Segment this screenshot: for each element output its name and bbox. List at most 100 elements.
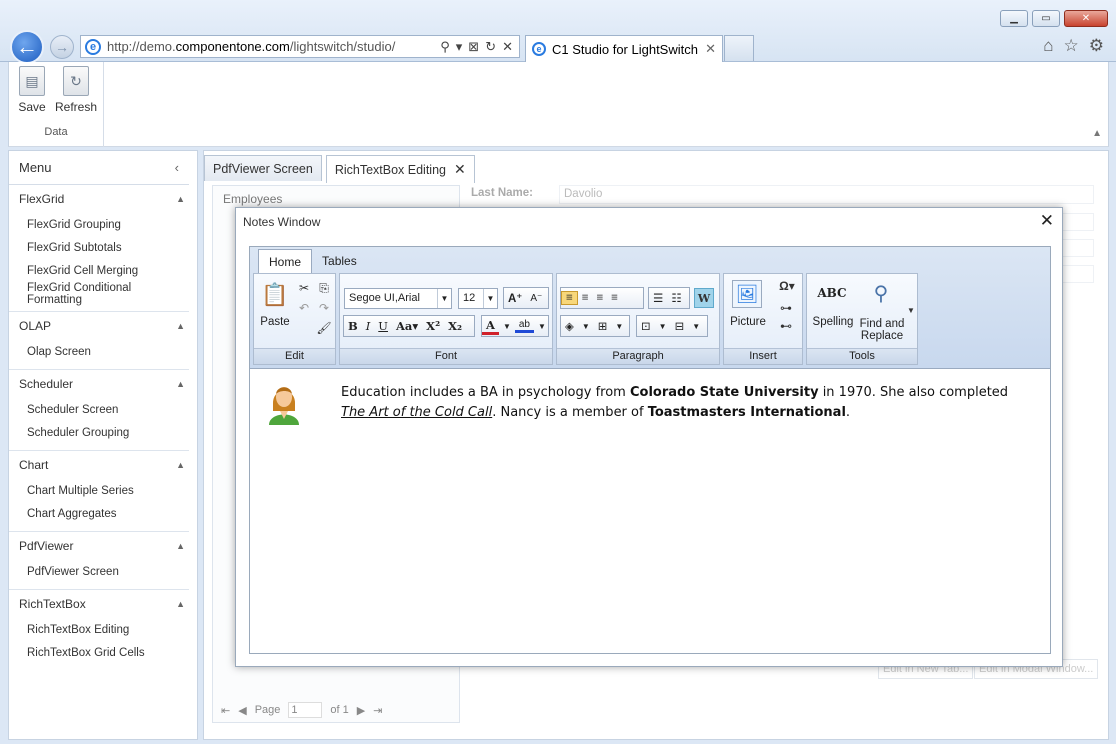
ribbon-groups: 📋 Paste ✂ ⎘ ↶ ↷ 🖌 Edit Segoe UI,Arial ▼ 1… [253, 273, 918, 365]
next-page-icon[interactable]: ▶ [357, 704, 365, 717]
grow-font-icon[interactable]: A⁺ [504, 291, 526, 305]
ribbon-collapse-icon[interactable]: ▲ [1092, 128, 1102, 139]
group-font: Segoe UI,Arial ▼ 12 ▼ A⁺ A⁻ B I U Aa▾ X² X… [339, 273, 553, 365]
menu-item[interactable]: FlexGrid Subtotals [9, 236, 189, 259]
find-replace-icon[interactable]: ⚲ [865, 278, 897, 308]
close-tab-icon[interactable]: ✕ [454, 161, 466, 178]
last-page-icon[interactable]: ⇥ [373, 704, 382, 717]
chevron-down-icon[interactable]: ▼ [611, 322, 627, 331]
highlight-color-icon[interactable]: ab [514, 319, 534, 333]
section-header[interactable]: PdfViewer ▲ [9, 532, 189, 560]
chevron-down-icon[interactable]: ▼ [578, 322, 594, 331]
undo-icon[interactable]: ↶ [294, 298, 314, 318]
collapse-menu-icon[interactable]: ‹ [175, 160, 179, 175]
tab-close-icon[interactable]: ✕ [705, 41, 716, 57]
refresh-button[interactable]: ↻ Refresh [55, 66, 97, 114]
align-right-icon[interactable]: ≡ [592, 292, 607, 304]
numbered-list-icon[interactable]: ☷ [667, 291, 685, 305]
address-bar[interactable]: e http://demo. componentone.com/lightswit… [80, 35, 520, 58]
borders-icon[interactable]: ⊞ [594, 319, 612, 333]
change-case-icon[interactable]: Aa▾ [392, 319, 422, 333]
favorites-star-icon[interactable]: ☆ [1064, 36, 1079, 56]
notes-text[interactable]: Education includes a BA in psychology fr… [341, 383, 1031, 423]
compat-icon[interactable]: ⊠ [468, 39, 479, 55]
section-header[interactable]: Chart ▲ [9, 451, 189, 479]
chevron-down-icon[interactable]: ▼ [499, 322, 515, 331]
align-left-icon[interactable]: ≡ [561, 291, 578, 305]
maximize-button[interactable]: ▭ [1032, 10, 1060, 27]
section-header[interactable]: OLAP ▲ [9, 312, 189, 340]
word-wrap-icon[interactable]: W [694, 288, 714, 308]
menu-item[interactable]: Scheduler Screen [9, 398, 189, 421]
tab-richtextbox-editing[interactable]: RichTextBox Editing ✕ [325, 155, 475, 183]
section-header[interactable]: Scheduler ▲ [9, 370, 189, 398]
subscript-icon[interactable]: X₂ [444, 319, 466, 333]
font-color-icon[interactable]: A [482, 318, 499, 335]
back-button[interactable]: ← [10, 30, 44, 64]
close-window-button[interactable]: ✕ [1064, 10, 1108, 27]
page-number-input[interactable] [288, 702, 323, 718]
justify-icon[interactable]: ≡ [607, 292, 622, 304]
format-painter-icon[interactable]: 🖌 [314, 318, 334, 338]
chevron-down-icon[interactable]: ▼ [688, 322, 704, 331]
last-name-field[interactable]: Davolio [559, 185, 1094, 204]
menu-item[interactable]: RichTextBox Grid Cells [9, 641, 189, 664]
tab-tables[interactable]: Tables [312, 249, 367, 273]
tab-home[interactable]: Home [258, 249, 313, 273]
paste-icon[interactable]: 📋 [260, 280, 290, 310]
url-prefix: http://demo. [107, 39, 176, 54]
chevron-down-icon[interactable]: ▼ [655, 322, 671, 331]
stop-icon[interactable]: ✕ [502, 39, 513, 55]
menu-item[interactable]: RichTextBox Editing [9, 618, 189, 641]
menu-item[interactable]: FlexGrid Conditional Formatting [9, 282, 189, 306]
underline-icon[interactable]: U [374, 319, 392, 333]
shading-icon[interactable]: ◈ [561, 319, 578, 333]
section-header[interactable]: FlexGrid ▲ [9, 185, 189, 213]
section-header[interactable]: RichTextBox ▲ [9, 590, 189, 618]
rte-document[interactable]: Education includes a BA in psychology fr… [250, 371, 1050, 653]
italic-icon[interactable]: I [362, 319, 375, 333]
cut-icon[interactable]: ✂ [294, 278, 314, 298]
chevron-down-icon[interactable]: ▼ [901, 300, 921, 320]
menu-item[interactable]: PdfViewer Screen [9, 560, 189, 583]
menu-item[interactable]: Olap Screen [9, 340, 189, 363]
font-family-combo[interactable]: Segoe UI,Arial ▼ [344, 288, 452, 309]
chevron-down-icon[interactable]: ▼ [534, 322, 550, 331]
menu-item[interactable]: Chart Aggregates [9, 502, 189, 525]
padding-icon[interactable]: ⊡ [637, 319, 655, 333]
copy-icon[interactable]: ⎘ [314, 278, 334, 298]
superscript-icon[interactable]: X² [422, 319, 444, 333]
browser-tab[interactable]: e C1 Studio for LightSwitch ✕ [525, 35, 723, 62]
minimize-button[interactable]: ▁ [1000, 10, 1028, 27]
close-modal-icon[interactable]: ✕ [1040, 211, 1054, 231]
picture-icon[interactable]: 🖼 [732, 280, 762, 308]
bullet-list-icon[interactable]: ☰ [649, 291, 667, 305]
spelling-icon[interactable]: ABC [815, 278, 849, 308]
symbol-icon[interactable]: Ω▾ [774, 276, 800, 296]
first-page-icon[interactable]: ⇤ [221, 704, 230, 717]
search-icon[interactable]: ⚲ [440, 39, 450, 55]
bold-icon[interactable]: B [344, 319, 362, 333]
font-size-combo[interactable]: 12 ▼ [458, 288, 498, 309]
hyperlink-icon[interactable]: ⊶ [776, 298, 796, 318]
new-tab-button[interactable] [724, 35, 754, 61]
save-button[interactable]: ▤ Save [11, 66, 53, 114]
tab-pdfviewer-screen[interactable]: PdfViewer Screen [204, 155, 322, 181]
refresh-icon[interactable]: ↻ [485, 39, 496, 55]
home-icon[interactable]: ⌂ [1043, 36, 1053, 56]
forward-button[interactable]: → [50, 35, 74, 59]
dropdown-icon[interactable]: ▾ [456, 39, 463, 55]
settings-gear-icon[interactable]: ⚙ [1089, 36, 1104, 56]
align-center-icon[interactable]: ≡ [578, 292, 593, 304]
find-replace-label[interactable]: Find and Replace [857, 318, 907, 342]
menu-item[interactable]: Scheduler Grouping [9, 421, 189, 444]
shrink-font-icon[interactable]: A⁻ [526, 293, 546, 304]
prev-page-icon[interactable]: ◀ [238, 704, 246, 717]
menu-item[interactable]: FlexGrid Grouping [9, 213, 189, 236]
menu-item[interactable]: FlexGrid Cell Merging [9, 259, 189, 282]
redo-icon[interactable]: ↷ [314, 298, 334, 318]
menu-item[interactable]: Chart Multiple Series [9, 479, 189, 502]
border-box-icon[interactable]: ⊟ [671, 319, 689, 333]
rich-text-editor: Home Tables 📋 Paste ✂ ⎘ ↶ ↷ 🖌 Edit Segoe [249, 246, 1051, 654]
bookmark-icon[interactable]: ⊷ [776, 316, 796, 336]
